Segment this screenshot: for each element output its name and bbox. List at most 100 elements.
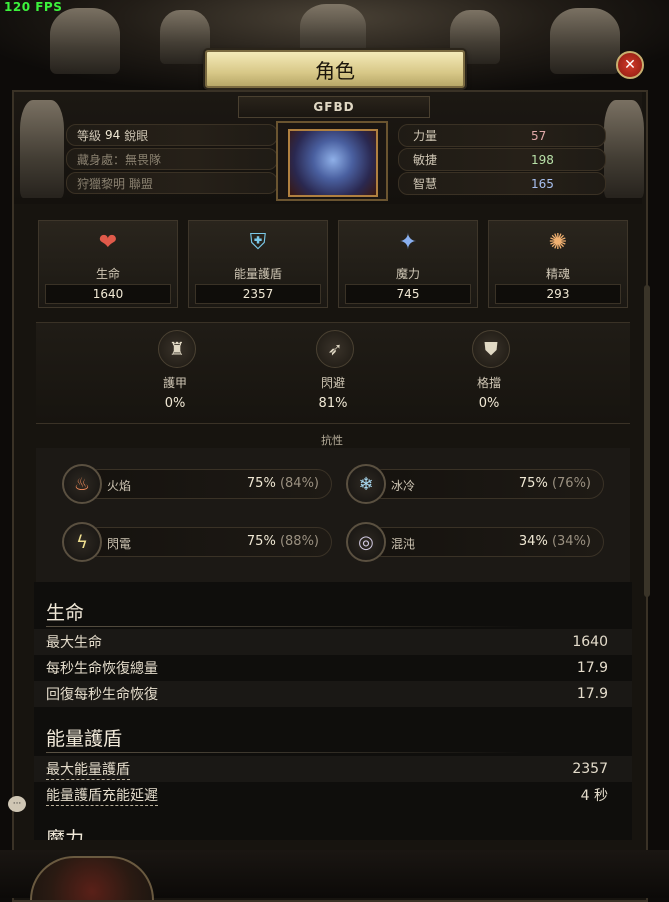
class-name: 銳眼 [124,128,149,143]
left-statue-decoration [20,100,64,198]
left-figure-decoration [160,10,210,64]
attribute-label: 敏捷 [413,153,438,167]
cold-icon: ❄ [346,464,386,504]
shield-icon: ⛨ [249,229,267,255]
stat-label: 魔力 [395,267,420,281]
stat-card-life[interactable]: ❤ 生命 1640 [38,220,178,308]
fire-icon: ♨ [62,464,102,504]
stat-label: 能量護盾 [233,267,282,281]
resistance-cold[interactable]: 冰冷 75% (76%) [368,469,604,499]
league-row: 狩獵黎明 聯盟 [66,172,278,194]
stat-value: 2357 [195,284,321,304]
league-text: 狩獵黎明 聯盟 [77,176,153,191]
attribute-label: 智慧 [413,177,438,191]
resistance-label: 火焰 [107,479,132,493]
portrait-image [288,129,378,197]
detail-row[interactable]: 回復每秒生命恢復 17.9 [34,681,632,707]
stat-value: 745 [345,284,471,304]
close-button[interactable]: ✕ [616,51,644,79]
level-value: 94 [105,128,121,142]
resistance-value: 34% (34%) [519,534,591,549]
resistances-title: 抗性 [321,434,343,447]
stat-card-spirit[interactable]: ✺ 精魂 293 [488,220,628,308]
close-icon: ✕ [624,57,636,73]
fps-counter: 120 FPS [4,0,63,14]
left-gargoyle-decoration [50,8,120,74]
defense-value: 0% [164,396,186,411]
resistance-max: (88%) [279,534,319,549]
attribute-intelligence[interactable]: 智慧 165 [398,172,606,195]
defense-value: 81% [318,396,348,411]
section-title-mana-partial: 魔力 [46,828,85,840]
attribute-dexterity[interactable]: 敏捷 198 [398,148,606,171]
detail-label: 最大能量護盾 [46,759,130,780]
resistance-current: 75% [246,534,276,549]
defense-value: 0% [478,396,500,411]
resistance-value: 75% (88%) [247,534,319,549]
detail-value: 1640 [572,634,608,650]
stat-value: 293 [495,284,621,304]
level-label: 等級 [77,128,102,143]
resistance-label: 混沌 [391,537,416,551]
chaos-icon: ◎ [346,522,386,562]
detail-value: 4 秒 [580,788,608,804]
detail-value: 2357 [572,761,608,777]
evasion-icon: ➶ [316,330,354,368]
defense-label: 護甲 [162,376,187,390]
defense-block[interactable]: ⛊ 格擋 0% [424,330,554,412]
defense-label: 閃避 [320,376,345,390]
attribute-value: 165 [531,176,554,191]
stat-card-energy-shield[interactable]: ⛨ 能量護盾 2357 [188,220,328,308]
resistance-fire[interactable]: 火焰 75% (84%) [84,469,332,499]
attribute-strength[interactable]: 力量 57 [398,124,606,147]
hideout-row: 藏身處：無畏隊 [66,148,278,170]
character-name: GFBD [238,96,430,118]
stat-details: 生命 最大生命 1640 每秒生命恢復總量 17.9 回復每秒生命恢復 17.9 能量… [34,582,632,840]
scrollbar[interactable] [644,285,650,597]
detail-row[interactable]: 每秒生命恢復總量 17.9 [34,655,632,681]
defense-label: 格擋 [476,376,501,390]
right-statue-decoration [604,100,644,198]
resistance-chaos[interactable]: 混沌 34% (34%) [368,527,604,557]
resistance-lightning[interactable]: 閃電 75% (88%) [84,527,332,557]
attribute-value: 57 [531,128,547,143]
resistance-label: 冰冷 [391,479,416,493]
mana-icon: ✦ [398,229,418,255]
detail-row[interactable]: 最大生命 1640 [34,629,632,655]
right-gargoyle-decoration [550,8,620,74]
section-title-life: 生命 [46,602,85,624]
stat-label: 生命 [95,267,120,281]
detail-value: 17.9 [576,686,608,702]
resistance-max: (84%) [279,476,319,491]
detail-row[interactable]: 能量護盾充能延遲 4 秒 [34,782,632,808]
detail-label: 每秒生命恢復總量 [46,661,158,677]
resistance-value: 75% (76%) [519,476,591,491]
detail-label: 回復每秒生命恢復 [46,687,158,703]
chat-icon[interactable]: ··· [8,796,26,812]
lightning-icon: ϟ [62,522,102,562]
defense-evasion[interactable]: ➶ 閃避 81% [268,330,398,412]
resistance-max: (34%) [551,534,591,549]
detail-label: 最大生命 [46,635,102,651]
defense-armour[interactable]: ♜ 護甲 0% [110,330,240,412]
detail-value: 17.9 [576,660,608,676]
detail-row[interactable]: 最大能量護盾 2357 [34,756,632,782]
window-title: 角色 [205,50,465,88]
section-divider [46,626,526,627]
resistance-label: 閃電 [107,537,132,551]
resistance-max: (76%) [551,476,591,491]
resistance-current: 75% [518,476,548,491]
stat-card-mana[interactable]: ✦ 魔力 745 [338,220,478,308]
detail-label: 能量護盾充能延遲 [46,785,158,806]
section-title-energy-shield: 能量護盾 [46,728,123,750]
resistance-current: 75% [246,476,276,491]
character-portrait[interactable] [276,121,388,201]
level-row: 等級 94 銳眼 [66,124,278,146]
resistance-value: 75% (84%) [247,476,319,491]
heart-icon: ❤ [98,229,118,255]
block-icon: ⛊ [472,330,510,368]
attribute-label: 力量 [413,129,438,143]
hideout-text: 藏身處：無畏隊 [77,152,162,167]
life-rows: 最大生命 1640 每秒生命恢復總量 17.9 回復每秒生命恢復 17.9 [34,629,632,707]
window-title-text: 角色 [315,58,355,83]
